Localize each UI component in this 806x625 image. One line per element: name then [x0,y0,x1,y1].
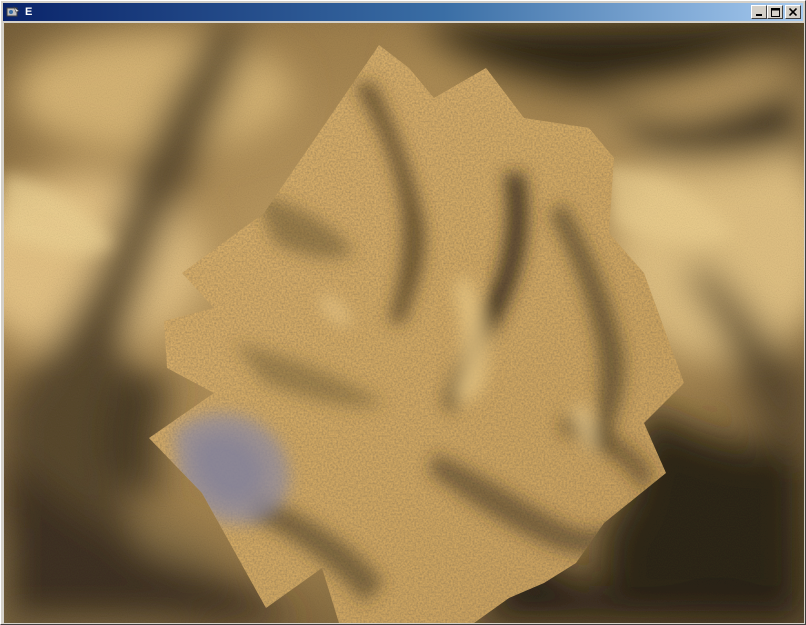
minimize-button[interactable] [751,5,767,19]
close-icon [789,8,797,16]
app-window: E [0,0,806,625]
maximize-button[interactable] [767,5,783,19]
minimize-icon [756,14,762,16]
maximize-icon [770,7,780,17]
app-icon[interactable] [5,4,21,20]
title-bar[interactable]: E [3,3,803,21]
close-button[interactable] [785,5,801,19]
terrain-scene [4,23,804,623]
caption-buttons [751,5,801,19]
window-title: E [25,6,33,18]
render-viewport[interactable] [4,23,804,623]
